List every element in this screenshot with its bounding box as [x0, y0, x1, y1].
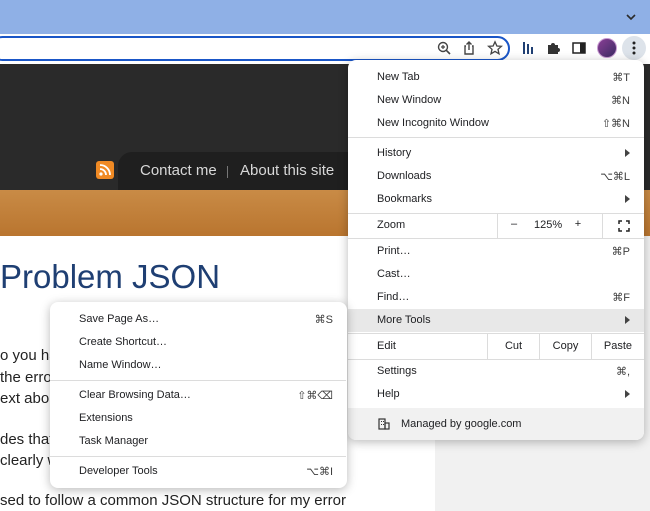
menu-item-label: Bookmarks	[377, 193, 433, 205]
chevron-right-icon	[625, 195, 630, 203]
menu-item-shortcut: ⌘P	[611, 246, 630, 258]
menu-item-shortcut: ⇧⌘N	[601, 118, 630, 130]
menu-item-shortcut: ⌥⌘L	[600, 171, 630, 183]
menu-item-settings[interactable]: Settings ⌘,	[348, 360, 644, 383]
menu-item-cast[interactable]: Cast…	[348, 263, 644, 286]
share-icon[interactable]	[461, 40, 477, 56]
submenu-item-name-window[interactable]: Name Window…	[50, 354, 347, 377]
extensions-puzzle-icon[interactable]	[545, 40, 561, 56]
article-title: Problem JSON	[0, 258, 221, 295]
menu-item-print[interactable]: Print… ⌘P	[348, 240, 644, 263]
menu-item-history[interactable]: History	[348, 142, 644, 165]
rss-icon[interactable]	[96, 161, 114, 179]
menu-item-new-window[interactable]: New Window ⌘N	[348, 89, 644, 112]
article-text-line: sed to follow a common JSON structure fo…	[0, 492, 346, 509]
chevron-down-icon[interactable]	[624, 10, 638, 24]
building-icon	[378, 418, 390, 430]
menu-item-label: Print…	[377, 245, 411, 257]
avatar[interactable]	[597, 38, 617, 58]
menu-separator	[50, 456, 346, 457]
chevron-right-icon	[625, 390, 630, 398]
submenu-item-create-shortcut[interactable]: Create Shortcut…	[50, 331, 347, 354]
menu-item-label: Settings	[377, 365, 417, 377]
menu-separator	[348, 238, 644, 239]
copy-button[interactable]: Copy	[539, 334, 591, 359]
menu-item-more-tools[interactable]: More Tools	[348, 309, 644, 332]
zoom-icon[interactable]	[436, 40, 452, 56]
menu-item-label: Find…	[377, 291, 410, 303]
submenu-item-save-page-as[interactable]: Save Page As… ⌘S	[50, 308, 347, 331]
menu-item-shortcut: ⇧⌘⌫	[297, 390, 333, 402]
menu-item-shortcut: ⌘F	[612, 292, 630, 304]
menu-item-label: New Tab	[377, 71, 420, 83]
side-panel-icon[interactable]	[571, 40, 587, 56]
nav-about-link[interactable]: About this site	[240, 162, 334, 179]
submenu-item-task-manager[interactable]: Task Manager	[50, 430, 347, 453]
menu-item-downloads[interactable]: Downloads ⌥⌘L	[348, 165, 644, 188]
submenu-item-developer-tools[interactable]: Developer Tools ⌥⌘I	[50, 460, 347, 483]
menu-item-label: Task Manager	[79, 435, 149, 447]
chevron-right-icon	[625, 149, 630, 157]
paste-button[interactable]: Paste	[591, 334, 644, 359]
submenu-item-clear-browsing-data[interactable]: Clear Browsing Data… ⇧⌘⌫	[50, 384, 347, 407]
article-text-line: the erro	[0, 369, 52, 386]
edit-label: Edit	[377, 340, 396, 352]
menu-item-new-tab[interactable]: New Tab ⌘T	[348, 66, 644, 89]
menu-item-label: Developer Tools	[79, 465, 158, 477]
menu-item-label: Cast…	[377, 268, 411, 280]
zoom-controls: – 125% +	[497, 213, 644, 238]
menu-item-shortcut: ⌘S	[314, 314, 333, 326]
submenu-item-extensions[interactable]: Extensions	[50, 407, 347, 430]
menu-item-shortcut: ⌘,	[615, 366, 630, 378]
chevron-right-icon	[625, 316, 630, 324]
menu-item-label: Downloads	[377, 170, 432, 182]
address-bar[interactable]	[0, 36, 510, 61]
fullscreen-icon[interactable]	[602, 213, 644, 238]
menu-item-shortcut: ⌘T	[612, 72, 630, 84]
menu-item-bookmarks[interactable]: Bookmarks	[348, 188, 644, 211]
menu-item-label: Help	[377, 388, 400, 400]
menu-item-label: Extensions	[79, 412, 133, 424]
menu-item-label: Name Window…	[79, 359, 162, 371]
menu-item-label: New Incognito Window	[377, 117, 489, 129]
zoom-label: Zoom	[377, 219, 406, 231]
menu-item-label: Save Page As…	[79, 313, 160, 325]
menu-item-shortcut: ⌥⌘I	[306, 466, 333, 478]
article-text-line: o you ha	[0, 347, 58, 364]
nav-contact-link[interactable]: Contact me	[140, 162, 217, 179]
bookmark-star-icon[interactable]	[487, 40, 503, 56]
zoom-in-button[interactable]: +	[572, 218, 584, 230]
menu-item-label: Clear Browsing Data…	[79, 389, 191, 401]
zoom-row: Zoom – 125% +	[348, 213, 644, 238]
cut-button[interactable]: Cut	[487, 334, 539, 359]
tab-strip	[0, 0, 650, 34]
menu-separator	[348, 137, 644, 138]
zoom-level: 125%	[534, 219, 563, 231]
managed-by-label: Managed by google.com	[401, 418, 522, 430]
menu-item-help[interactable]: Help	[348, 383, 644, 406]
more-tools-submenu: Save Page As… ⌘S Create Shortcut… Name W…	[50, 302, 347, 488]
menu-item-label: Create Shortcut…	[79, 336, 168, 348]
edit-row: Edit Cut Copy Paste	[348, 334, 644, 359]
menu-item-label: History	[377, 147, 412, 159]
menu-kebab-icon[interactable]	[622, 36, 646, 60]
menu-separator	[50, 380, 346, 381]
reading-list-icon[interactable]	[520, 40, 536, 56]
nav-divider	[227, 166, 228, 178]
menu-item-label: More Tools	[377, 314, 431, 326]
menu-item-shortcut: ⌘N	[611, 95, 630, 107]
menu-item-label: New Window	[377, 94, 442, 106]
article-text-line: ext abo	[0, 390, 50, 407]
zoom-out-button[interactable]: –	[508, 218, 520, 230]
menu-item-find[interactable]: Find… ⌘F	[348, 286, 644, 309]
menu-item-new-incognito-window[interactable]: New Incognito Window ⇧⌘N	[348, 112, 644, 135]
chrome-main-menu: New Tab ⌘T New Window ⌘N New Incognito W…	[348, 60, 644, 440]
article-text-line: des that	[0, 431, 54, 448]
managed-by-row[interactable]: Managed by google.com	[348, 408, 644, 440]
